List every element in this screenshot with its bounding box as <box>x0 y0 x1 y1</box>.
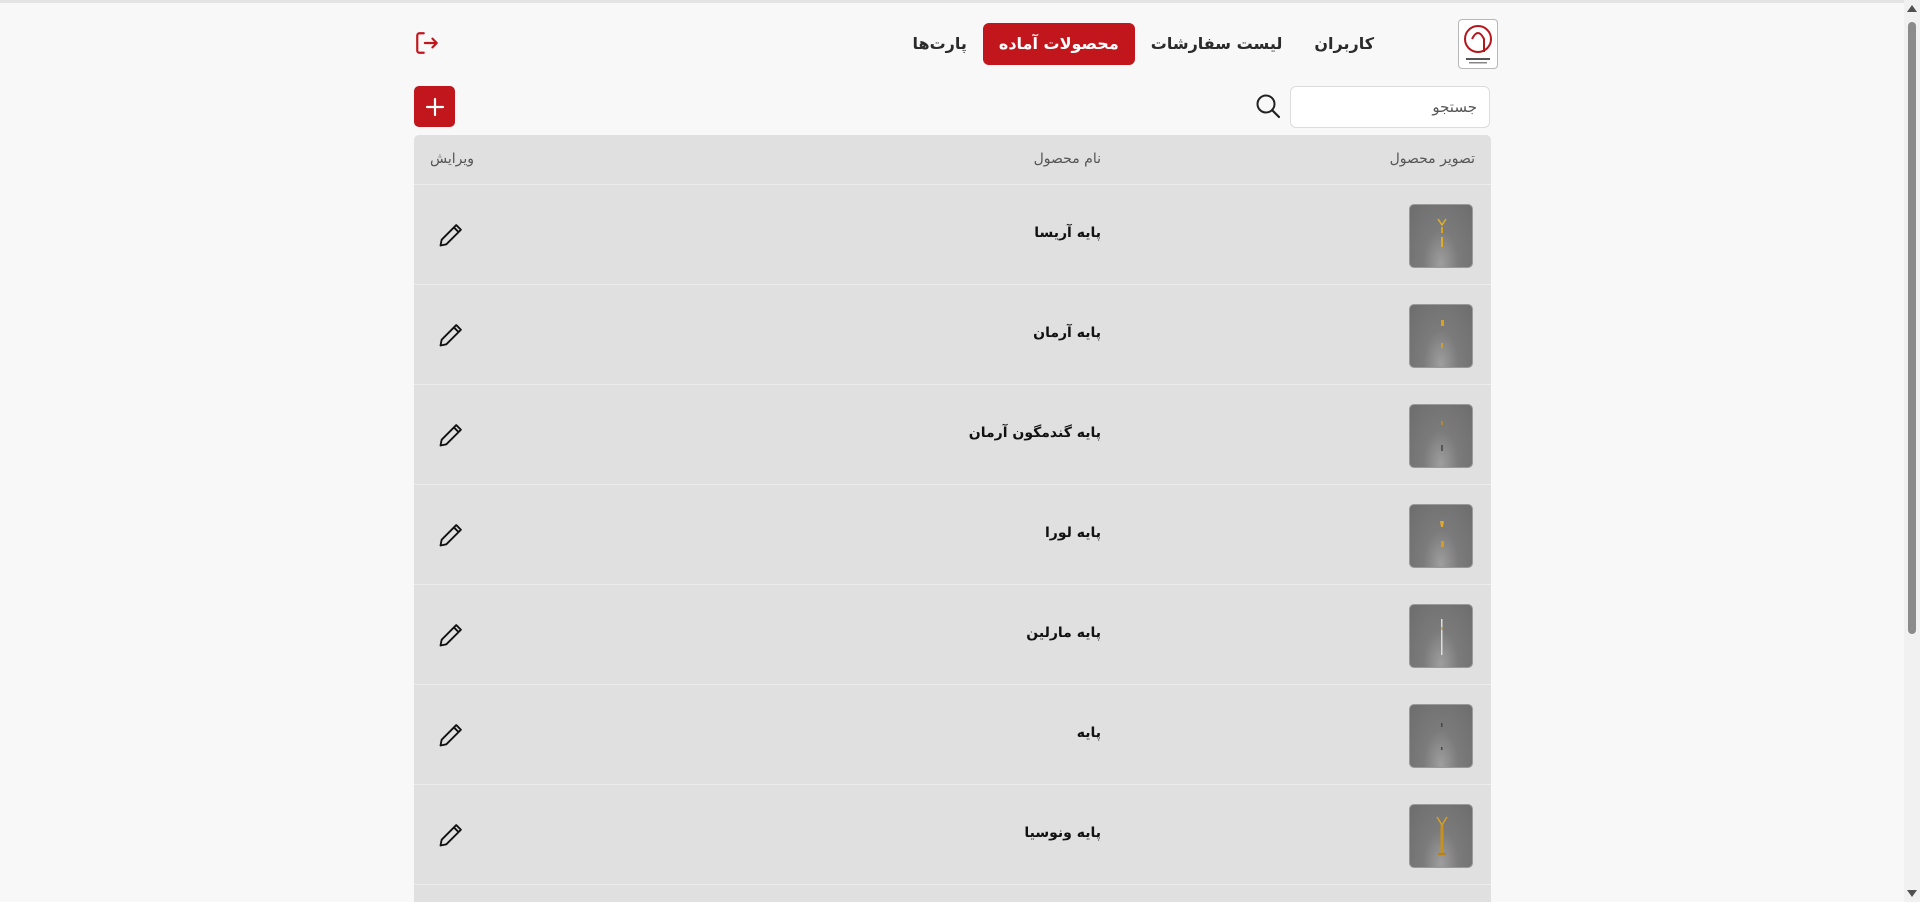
pencil-icon <box>439 224 462 247</box>
table-row: پایه گندمگون آرمان <box>414 385 1491 485</box>
table-row: پایه <box>414 685 1491 785</box>
header-edit: ویرایش <box>430 151 475 167</box>
edit-button[interactable] <box>437 621 465 649</box>
product-thumbnail <box>1409 604 1473 668</box>
product-thumbnail <box>1409 304 1473 368</box>
product-thumbnail <box>1409 504 1473 568</box>
main-nav: کاربران لیست سفارشات محصولات آماده پارت‌… <box>896 23 1390 65</box>
table-row: پایه ونوسیا <box>414 785 1491 885</box>
logout-icon <box>416 32 438 54</box>
edit-button[interactable] <box>437 721 465 749</box>
product-thumbnail <box>1409 704 1473 768</box>
pencil-icon <box>439 424 462 447</box>
edit-button[interactable] <box>437 821 465 849</box>
pencil-icon <box>439 724 462 747</box>
pencil-icon <box>439 824 462 847</box>
logout-button[interactable] <box>414 30 440 56</box>
edit-button[interactable] <box>437 221 465 249</box>
table-row: پایه لورا <box>414 485 1491 585</box>
product-name: پایه آرمان <box>1033 325 1101 341</box>
search-icon <box>1256 94 1281 119</box>
plus-icon <box>425 97 444 116</box>
table-row: پایه مارلین <box>414 585 1491 685</box>
nav-ready-products[interactable]: محصولات آماده <box>982 23 1135 65</box>
company-seal-logo-icon <box>1464 25 1492 64</box>
edit-button[interactable] <box>437 321 465 349</box>
products-table: تصویر محصول نام محصول ویرایش پایه آریسا … <box>414 135 1491 902</box>
pencil-icon <box>439 324 462 347</box>
product-name: پایه مارلین <box>1026 625 1101 641</box>
product-name: پایه لورا <box>1044 525 1101 541</box>
edit-button[interactable] <box>437 421 465 449</box>
nav-orders-list[interactable]: لیست سفارشات <box>1135 23 1299 65</box>
table-header: تصویر محصول نام محصول ویرایش <box>414 135 1491 185</box>
search-button[interactable] <box>1254 92 1282 120</box>
page-scrollbar[interactable] <box>1904 0 1920 902</box>
product-name: پایه گندمگون آرمان <box>968 425 1101 441</box>
product-thumbnail <box>1409 404 1473 468</box>
header-product-name: نام محصول <box>1033 151 1101 167</box>
header-product-image: تصویر محصول <box>1389 151 1475 167</box>
product-name: پایه ونوسیا <box>1024 825 1101 841</box>
product-thumbnail <box>1409 804 1473 868</box>
top-border <box>0 0 1904 3</box>
top-navbar: کاربران لیست سفارشات محصولات آماده پارت‌… <box>414 18 1498 70</box>
scroll-down-icon[interactable] <box>1907 890 1917 897</box>
search-input[interactable] <box>1290 86 1490 128</box>
nav-parts[interactable]: پارت‌ها <box>896 23 982 65</box>
table-row: پایه آریسا <box>414 185 1491 285</box>
table-row: پایه آرمان <box>414 285 1491 385</box>
edit-button[interactable] <box>437 521 465 549</box>
pencil-icon <box>439 524 462 547</box>
product-thumbnail <box>1409 204 1473 268</box>
scroll-up-icon[interactable] <box>1907 5 1917 12</box>
scroll-thumb[interactable] <box>1908 22 1916 634</box>
company-logo[interactable] <box>1458 19 1498 69</box>
add-product-button[interactable] <box>414 86 455 127</box>
product-name: پایه آریسا <box>1034 225 1101 241</box>
nav-users[interactable]: کاربران <box>1298 23 1390 65</box>
pencil-icon <box>439 624 462 647</box>
product-name: پایه <box>1076 725 1101 741</box>
